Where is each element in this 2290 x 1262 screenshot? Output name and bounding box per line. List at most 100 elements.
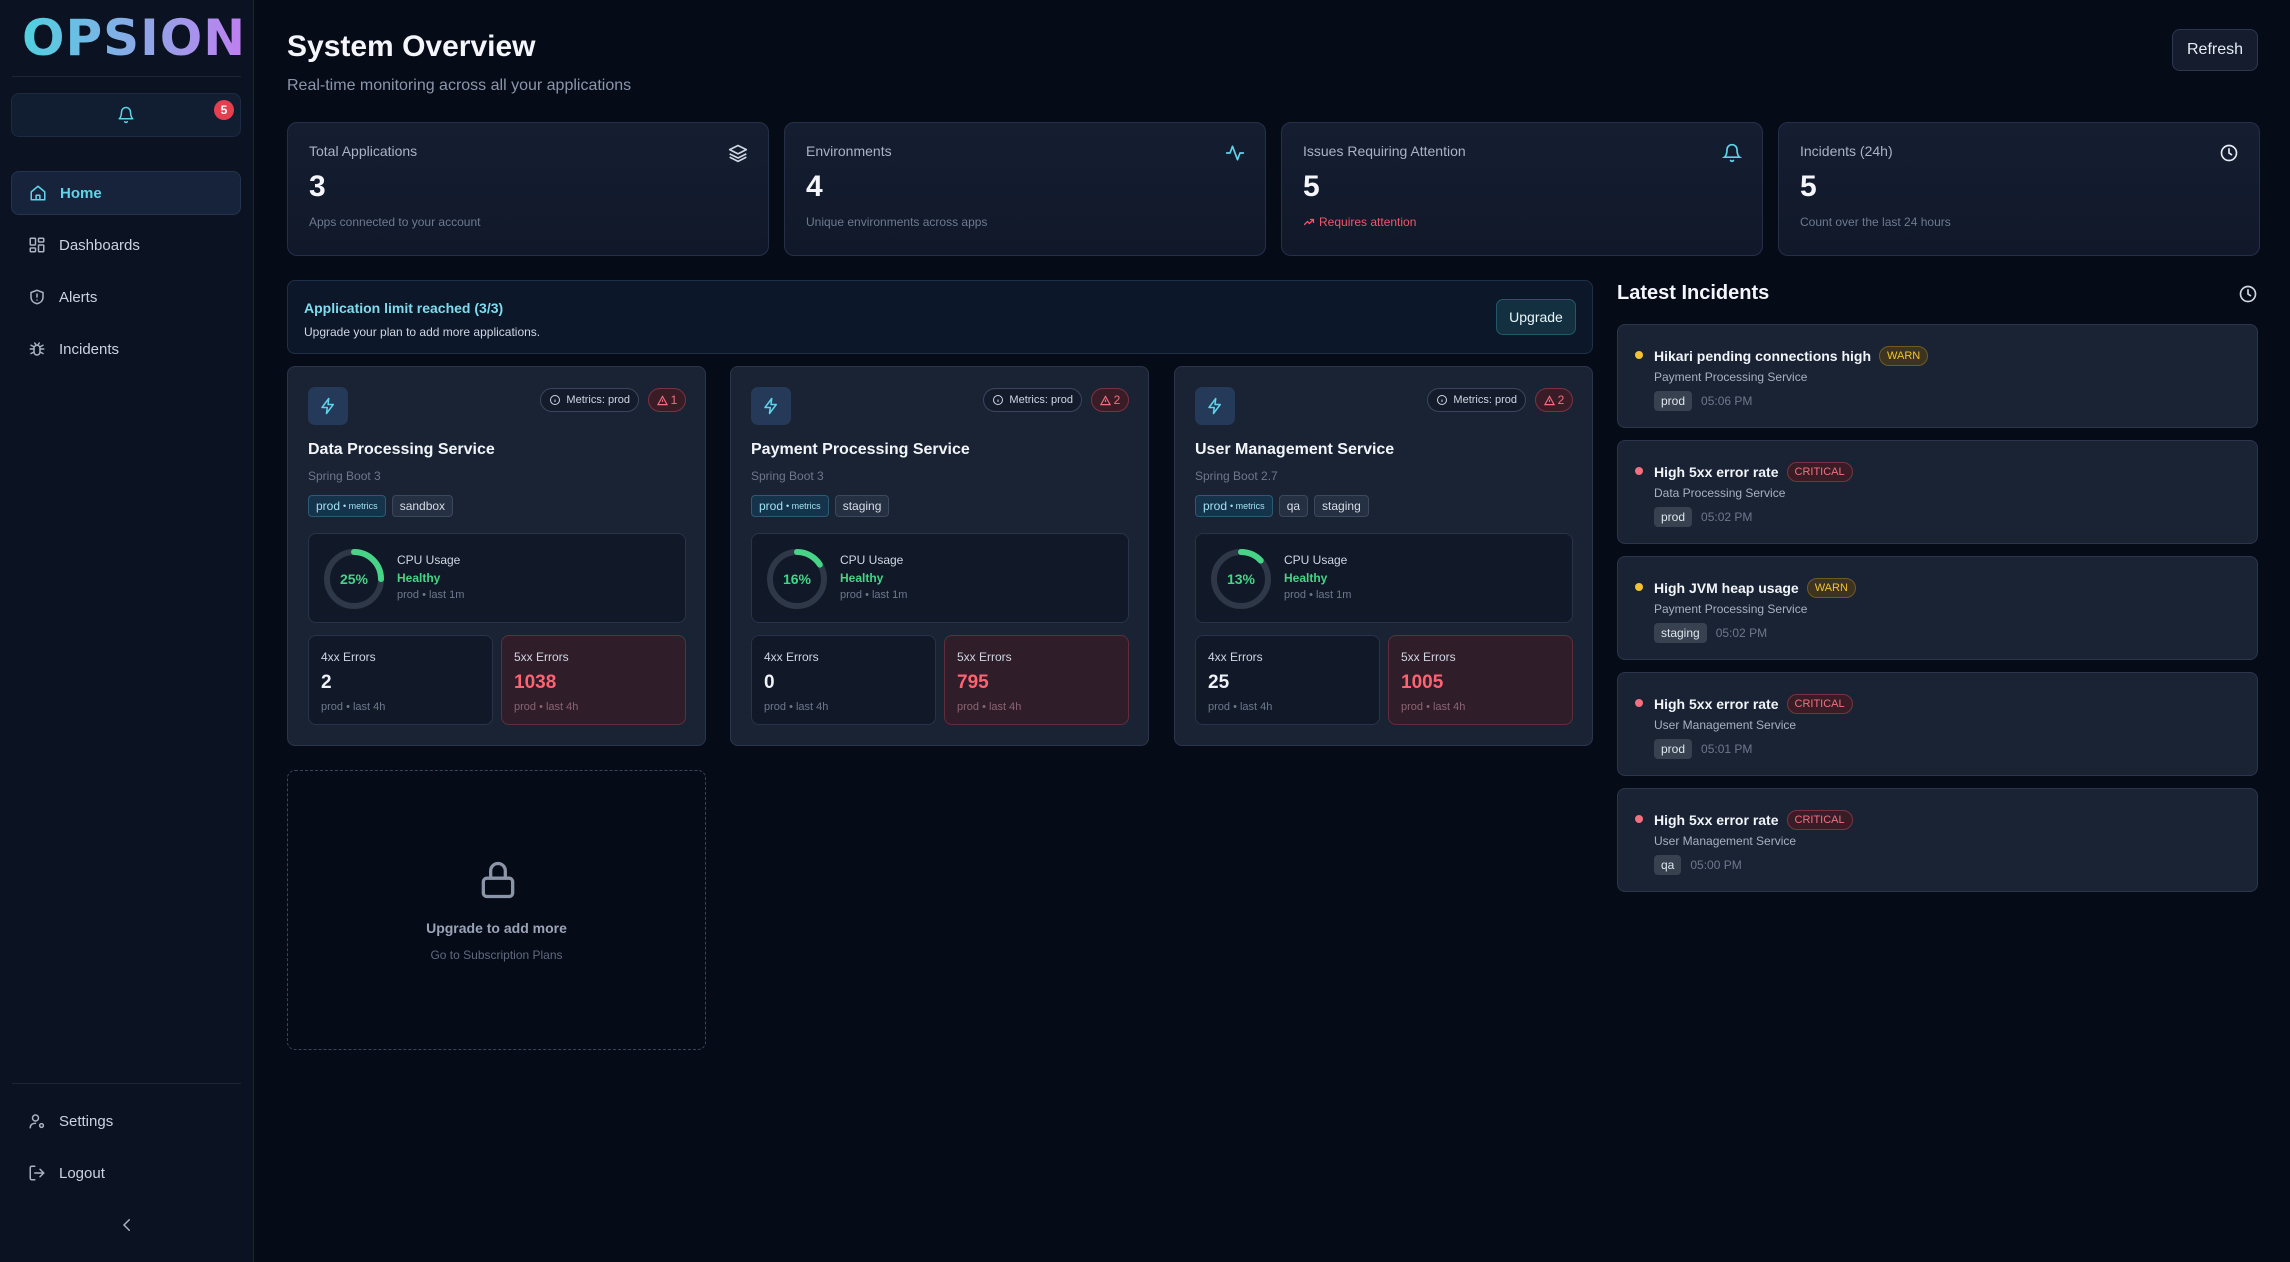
env-tags: prod • metrics staging (751, 495, 890, 517)
latest-incidents-title: Latest Incidents (1617, 282, 1770, 304)
divider (12, 1083, 241, 1084)
env-tag-prod[interactable]: prod • metrics (1195, 495, 1273, 517)
stat-subtext: Unique environments across apps (806, 215, 988, 229)
incident-item[interactable]: High 5xx error rate CRITICAL User Manage… (1617, 672, 2258, 776)
incident-title: Hikari pending connections high (1654, 348, 1872, 364)
incident-item[interactable]: Hikari pending connections high WARN Pay… (1617, 324, 2258, 428)
warning-icon (656, 394, 668, 406)
info-icon (549, 394, 561, 406)
cpu-usage-panel: 16% CPU Usage Healthy prod • last 1m (751, 533, 1129, 623)
env-tag-staging[interactable]: staging (834, 495, 890, 517)
layers-icon (728, 143, 748, 163)
cpu-usage-panel: 13% CPU Usage Healthy prod • last 1m (1195, 533, 1573, 623)
cpu-window: prod • last 1m (1284, 589, 1352, 601)
env-tag-prod[interactable]: prod • metrics (751, 495, 829, 517)
cpu-percent: 13% (1226, 571, 1256, 587)
brand-logo[interactable]: OPSION (22, 10, 246, 66)
cpu-window: prod • last 1m (840, 589, 908, 601)
nav-item-alerts[interactable]: Alerts (11, 275, 241, 319)
env-chip: staging (1654, 623, 1707, 643)
incident-title-row: High 5xx error rate CRITICAL (1654, 810, 1853, 830)
incident-service: Data Processing Service (1654, 486, 1786, 500)
app-card-user-management[interactable]: Metrics: prod 2 User Management Service … (1174, 366, 1593, 746)
incident-time: 05:06 PM (1701, 394, 1753, 408)
incident-title: High 5xx error rate (1654, 464, 1779, 480)
nav-item-home[interactable]: Home (11, 171, 241, 215)
incident-time: 05:02 PM (1701, 510, 1753, 524)
stat-card-environments: Environments 4 Unique environments acros… (784, 122, 1266, 256)
severity-badge: CRITICAL (1786, 694, 1853, 714)
env-chip: qa (1654, 855, 1682, 875)
app-framework: Spring Boot 3 (308, 469, 381, 483)
warning-count: 2 (1113, 393, 1121, 407)
metrics-label: Metrics: prod (1009, 394, 1073, 406)
warning-count-pill[interactable]: 2 (1535, 388, 1573, 412)
stat-label: Issues Requiring Attention (1303, 143, 1466, 159)
incident-item[interactable]: High JVM heap usage WARN Payment Process… (1617, 556, 2258, 660)
stat-subtext-alert: Requires attention (1303, 215, 1741, 229)
incident-title-row: High 5xx error rate CRITICAL (1654, 694, 1853, 714)
app-card-payment-processing[interactable]: Metrics: prod 2 Payment Processing Servi… (730, 366, 1149, 746)
warning-count-pill[interactable]: 1 (648, 388, 686, 412)
errors-4xx-panel: 4xx Errors 25 prod • last 4h (1195, 635, 1380, 725)
info-icon (1436, 394, 1448, 406)
nav-item-incidents[interactable]: Incidents (11, 327, 241, 371)
home-icon (29, 184, 47, 202)
refresh-button[interactable]: Refresh (2172, 29, 2258, 71)
app-name: Payment Processing Service (751, 441, 970, 458)
stat-card-incidents-24h: Incidents (24h) 5 Count over the last 24… (1778, 122, 2260, 256)
bell-icon (1722, 143, 1742, 163)
stat-card-issues: Issues Requiring Attention 5 Requires at… (1281, 122, 1763, 256)
env-tag-prod[interactable]: prod • metrics (308, 495, 386, 517)
subscription-plans-link[interactable]: Go to Subscription Plans (288, 948, 705, 962)
bug-icon (28, 340, 46, 358)
stat-value: 5 (1800, 170, 1817, 203)
env-tag-sandbox[interactable]: sandbox (391, 495, 454, 517)
errors-window: prod • last 4h (1401, 701, 1466, 713)
nav-item-logout[interactable]: Logout (11, 1151, 241, 1195)
stat-label: Environments (806, 143, 892, 159)
incident-meta: prod 05:01 PM (1654, 739, 1752, 759)
severity-dot (1635, 815, 1643, 823)
user-settings-icon (28, 1112, 46, 1130)
tag-label: prod (316, 499, 341, 513)
app-card-data-processing[interactable]: Metrics: prod 1 Data Processing Service … (287, 366, 706, 746)
metrics-label: Metrics: prod (1453, 394, 1517, 406)
env-tags: prod • metrics sandbox (308, 495, 454, 517)
trending-up-icon (1303, 216, 1315, 228)
errors-window: prod • last 4h (957, 701, 1022, 713)
divider (12, 76, 241, 77)
collapse-sidebar-button[interactable] (118, 1216, 136, 1234)
incident-service: User Management Service (1654, 718, 1797, 732)
errors-window: prod • last 4h (764, 701, 829, 713)
clock-icon[interactable] (2238, 284, 2258, 304)
sidebar: OPSION 5 Home Dashboards Alerts Incident… (0, 0, 254, 1262)
nav-label: Incidents (59, 340, 120, 358)
errors-label: 4xx Errors (764, 650, 819, 664)
incident-item[interactable]: High 5xx error rate CRITICAL User Manage… (1617, 788, 2258, 892)
metrics-marker: • metrics (343, 501, 378, 511)
grid-icon (28, 236, 46, 254)
nav-item-dashboards[interactable]: Dashboards (11, 223, 241, 267)
upgrade-placeholder-card[interactable]: Upgrade to add more Go to Subscription P… (287, 770, 706, 1050)
nav-item-settings[interactable]: Settings (11, 1099, 241, 1143)
upgrade-button[interactable]: Upgrade (1496, 299, 1576, 335)
metrics-label: Metrics: prod (566, 394, 630, 406)
severity-dot (1635, 351, 1643, 359)
cpu-label: CPU Usage (840, 553, 904, 567)
notifications-button[interactable]: 5 (11, 93, 241, 137)
env-tag-staging[interactable]: staging (1314, 495, 1369, 517)
incident-meta: prod 05:02 PM (1654, 507, 1752, 527)
incident-item[interactable]: High 5xx error rate CRITICAL Data Proces… (1617, 440, 2258, 544)
cpu-percent: 16% (782, 571, 812, 587)
nav-label: Alerts (59, 288, 98, 306)
incident-time: 05:02 PM (1715, 626, 1768, 640)
application-limit-banner: Application limit reached (3/3) Upgrade … (287, 280, 1593, 354)
banner-title: Application limit reached (3/3) (304, 300, 504, 316)
incident-meta: staging 05:02 PM (1654, 623, 1767, 643)
incident-title-row: Hikari pending connections high WARN (1654, 346, 1929, 366)
severity-badge: CRITICAL (1786, 810, 1853, 830)
env-tag-qa[interactable]: qa (1278, 495, 1309, 517)
warning-count-pill[interactable]: 2 (1091, 388, 1129, 412)
errors-value: 1005 (1401, 672, 1444, 693)
